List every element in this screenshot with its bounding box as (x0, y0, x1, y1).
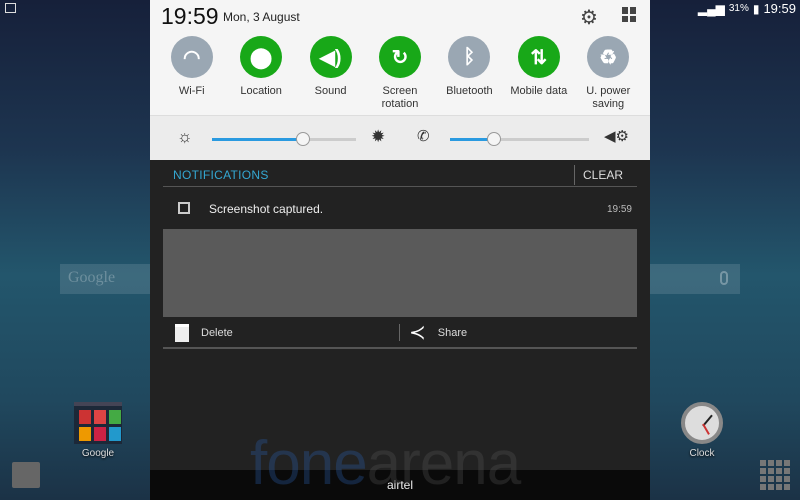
brightness-high-icon: ✹ (371, 127, 386, 146)
panel-time: 19:59 (161, 3, 219, 29)
toggle-power-saving[interactable]: ♻ U. power saving (574, 36, 643, 111)
delete-label: Delete (201, 326, 233, 339)
mobile-data-icon: ⇅ (517, 36, 560, 78)
toggle-label: Screen rotation (381, 85, 419, 110)
notification-text[interactable]: Screenshot captured. (209, 202, 323, 216)
watermark-logo: fonearena (250, 429, 521, 498)
power-saving-icon: ♻ (587, 36, 630, 78)
wifi-icon: ◠ (170, 36, 213, 78)
clock-icon (681, 402, 723, 444)
trash-icon (175, 323, 189, 342)
folder-label: Google (81, 448, 115, 459)
status-time: 19:59 (763, 1, 796, 16)
brightness-slider[interactable] (212, 132, 356, 146)
volume-slider[interactable] (450, 132, 589, 146)
share-button[interactable]: ≺ Share (409, 318, 467, 347)
toggle-label: Mobile data (510, 85, 568, 97)
clock-label: Clock (689, 448, 715, 459)
signal-icon: ▂▄▆ (697, 1, 725, 16)
panel-date: Mon, 3 August (223, 10, 300, 24)
mic-icon[interactable] (720, 271, 728, 285)
notification-actions: Delete ≺ Share (163, 318, 637, 349)
settings-gear-icon[interactable]: ⚙ (580, 5, 598, 30)
toggle-label: Wi-Fi (178, 85, 205, 97)
toggle-sound[interactable]: ◀) Sound (296, 36, 365, 111)
ringtone-volume-icon[interactable]: ✆ (417, 127, 430, 145)
toggle-label: Bluetooth (446, 85, 493, 97)
notifications-header: NOTIFICATIONS CLEAR (163, 163, 637, 187)
battery-percent: 31% (728, 3, 749, 14)
clock-app[interactable]: Clock (672, 402, 732, 459)
sound-icon: ◀) (309, 36, 352, 78)
battery-icon: ▮ (752, 1, 760, 16)
quick-settings: 19:59 Mon, 3 August ⚙ ◠ Wi-Fi ⬤ Location ◀) S… (150, 0, 650, 115)
volume-knob[interactable] (487, 132, 502, 146)
folder-icon (74, 402, 122, 444)
notifications-title: NOTIFICATIONS (173, 168, 269, 182)
brightness-low-icon: ☼ (177, 127, 193, 146)
sliders-row: ☼ ✹ ✆ ◀⚙ (150, 115, 650, 160)
toggle-label: Sound (314, 85, 347, 97)
edit-toggles-icon[interactable] (622, 7, 637, 22)
screenshot-notification-icon (178, 202, 190, 214)
screenshot-preview[interactable] (163, 229, 637, 317)
apps-grid-icon[interactable] (760, 460, 790, 490)
screen-rotation-icon: ↻ (378, 36, 421, 78)
share-icon: ≺ (409, 322, 426, 344)
sound-settings-icon[interactable]: ◀⚙ (604, 127, 629, 145)
toggle-label: Location (240, 85, 282, 97)
google-folder[interactable]: Google (68, 402, 128, 459)
brightness-knob[interactable] (295, 132, 310, 146)
notification-time: 19:59 (606, 204, 632, 215)
toggle-location[interactable]: ⬤ Location (226, 36, 295, 111)
google-search-bar[interactable]: Google (60, 264, 150, 294)
clear-button[interactable]: CLEAR (573, 165, 637, 185)
divider (399, 324, 400, 341)
toggle-bluetooth[interactable]: ᛒ Bluetooth (435, 36, 504, 111)
toggle-screen-rotation[interactable]: ↻ Screen rotation (365, 36, 434, 111)
files-folder-icon[interactable] (12, 462, 40, 488)
location-icon: ⬤ (240, 36, 283, 78)
toggle-label: U. power saving (586, 85, 631, 110)
bluetooth-icon: ᛒ (448, 36, 491, 78)
notification-panel: 19:59 Mon, 3 August ⚙ ◠ Wi-Fi ⬤ Location ◀) S… (150, 0, 650, 500)
toggle-mobile-data[interactable]: ⇅ Mobile data (504, 36, 573, 111)
toggle-wifi[interactable]: ◠ Wi-Fi (157, 36, 226, 111)
screenshot-icon (5, 3, 16, 13)
delete-button[interactable]: Delete (175, 318, 233, 347)
share-label: Share (437, 326, 468, 339)
google-search-bar-right[interactable] (650, 264, 740, 294)
